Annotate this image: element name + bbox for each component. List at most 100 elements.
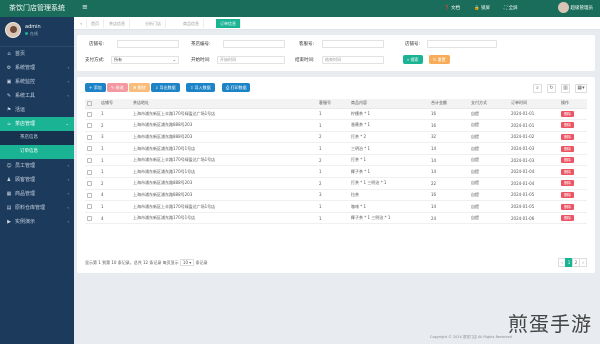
table-row[interactable]: 3 上海市浦东新区浦东路888号203 2 打茶 * 2 32 自提 2024-01-02 删… [85,131,587,144]
row-checkbox[interactable] [87,123,92,129]
sidebar-item-home[interactable]: ⌂ 首页 [0,47,74,61]
fullscreen-label: 全屏 [508,6,518,11]
delete-button[interactable]: ✖ 删除 [129,83,150,92]
table-row[interactable]: 2 上海市浦东新区浦东路888号203 1 香蕉茶 * 1 16 自提 2024-01-01… [85,119,587,132]
edit-button[interactable]: ✎ 修改 [107,83,128,92]
sidebar-subitem-order-info[interactable]: 订单信息 [0,145,74,159]
sidebar-item-customer[interactable]: ♟ 顾客管理 ‹ [0,173,74,187]
sidebar-item-goods[interactable]: ▦ 商品管理 ‹ [0,187,74,201]
tab-goods[interactable]: 商品信息 [179,19,204,28]
select-all-header[interactable] [85,99,99,109]
row-select-cell[interactable] [85,177,99,190]
row-checkbox[interactable] [87,204,92,210]
row-select-cell[interactable] [85,212,99,225]
row-delete-button[interactable]: 删除 [561,145,574,152]
tab-analysis[interactable]: 分析门店 [141,19,166,28]
row-delete-button[interactable]: 删除 [561,168,574,175]
top-user-menu[interactable]: 超级管理员 [557,2,593,15]
sidebar-item-tools[interactable]: ✎ 系统工具 ‹ [0,89,74,103]
column-header[interactable]: 合计金额 [429,99,469,109]
menu-toggle-icon[interactable]: ≡ [82,3,88,11]
sidebar-item-staff[interactable]: ☺ 员工管理 ‹ [0,159,74,173]
sidebar-item-flag[interactable]: ⚑ 活运 [0,103,74,117]
sidebar-item-monitor[interactable]: ▣ 系统监控 ‹ [0,75,74,89]
table-row[interactable]: 1 上海市浦东新区浦东路170号1号店 1 三明治 * 1 14 自提 2024-01-03… [85,142,587,155]
table-cell: 16 [429,189,469,202]
page-size-select[interactable]: 10 ▾ [179,259,195,266]
table-row[interactable]: 1 上海市浦东新区上丰路170号绿盈达广场1号店 2 打茶 * 1 14 自提 2024-0… [85,154,587,167]
sidebar-item-demo[interactable]: ▶ 实例演示 ‹ [0,215,74,229]
row-delete-button[interactable]: 删除 [561,157,574,164]
row-checkbox[interactable] [87,169,92,175]
sidebar-subitem-shop-info[interactable]: 茶店信息 [0,131,74,145]
export-menu-icon[interactable]: ▦▾ [575,84,587,93]
table-cell: 自提 [469,131,509,144]
row-checkbox[interactable] [87,181,92,187]
avatar[interactable] [5,22,21,38]
columns-icon[interactable]: ▥ [561,84,570,93]
print-button[interactable]: ⎙ 打印数据 [222,83,251,92]
row-select-cell[interactable] [85,108,99,121]
row-checkbox[interactable] [87,134,92,140]
table-row[interactable]: 1 上海市浦东新区浦东路170号1号店 1 椰子茶 * 1 14 自提 2024-01-04… [85,165,587,179]
phone-input[interactable] [322,40,384,48]
column-header[interactable]: 支付方式 [469,99,509,109]
table-row[interactable]: 1 上海市浦东新区上丰路170号绿盈达广场1号店 1 柠檬茶 * 1 16 自提 2024-… [85,108,587,121]
row-checkbox[interactable] [87,215,92,221]
start-date-input[interactable]: 开始时间 [217,56,285,64]
sidebar-item-warehouse[interactable]: ▤ 原料仓库管理 ‹ [0,201,74,215]
table-cell: 1 [99,108,131,121]
row-select-cell[interactable] [85,165,99,179]
search-toggle-icon[interactable]: ⌕ [533,84,542,93]
table-row[interactable]: 1 上海市浦东新区上丰路170号绿盈达广场1号店 1 咖啡 * 1 14 自提 2024-0… [85,200,587,213]
row-delete-button[interactable]: 删除 [561,191,574,198]
row-select-cell[interactable] [85,154,99,167]
tab-shop-info[interactable]: 茶店信息 [105,19,130,28]
row-select-cell[interactable] [85,142,99,155]
column-header[interactable]: 茶店地址 [131,99,317,109]
row-checkbox[interactable] [87,146,92,152]
shop-input[interactable] [117,40,179,48]
next-page-button[interactable]: › [579,258,587,267]
sidebar-item-system[interactable]: ⚙ 系统管理 ‹ [0,61,74,75]
row-delete-button[interactable]: 删除 [561,110,574,117]
reset-button[interactable]: ↻ 重置 [429,55,450,64]
row-select-cell[interactable] [85,189,99,202]
add-button[interactable]: + 添加 [85,83,106,92]
end-date-input[interactable]: 结束时间 [322,56,384,64]
row-checkbox[interactable] [87,192,92,198]
table-row[interactable]: 4 上海市浦东新区浦东路170号1号店 1 椰子茶 * 1 三明治 * 1 24 自提 20… [85,212,587,225]
table-row[interactable]: 4 上海市浦东新区浦东路888号203 3 拉茶 16 自提 2024-01-05 删除 [85,189,587,202]
row-checkbox[interactable] [87,111,92,117]
row-select-cell[interactable] [85,119,99,132]
row-delete-button[interactable]: 删除 [561,122,574,129]
row-delete-button[interactable]: 删除 [561,215,574,222]
export-button[interactable]: ⇩ 导出数据 [151,83,180,92]
fullscreen-button[interactable]: ⛶ 全屏 [504,5,518,11]
sidebar-item-shop[interactable]: ☕ 茶店管理 ⌄ [0,117,74,131]
table-cell: 3 [317,189,349,202]
column-header[interactable]: 客服号 [317,99,349,109]
column-header[interactable]: 订单时间 [509,99,559,109]
tab-home[interactable]: 首页 [87,19,104,28]
row-delete-button[interactable]: 删除 [561,203,574,210]
orderno-input[interactable] [427,40,497,48]
lock-button[interactable]: 🔒 锁屏 [474,5,490,11]
column-header[interactable]: 商品内容 [349,99,429,109]
refresh-icon[interactable]: ↻ [547,84,556,93]
row-delete-button[interactable]: 删除 [561,180,574,187]
column-header[interactable]: 店铺号 [99,99,131,109]
row-select-cell[interactable] [85,131,99,144]
row-select-cell[interactable] [85,200,99,213]
pay-select[interactable]: 所有 ⌄ [111,56,179,64]
select-all-checkbox[interactable] [87,101,92,106]
import-button[interactable]: ⇧ 导入数据 [186,83,215,92]
search-button[interactable]: ⌕ 搜索 [403,55,423,64]
tabs-back-icon[interactable]: « [76,19,88,28]
doc-button[interactable]: ❓ 文档 [444,5,460,11]
tab-orders[interactable]: 订单信息 [216,19,241,28]
shop-no-input[interactable] [223,40,285,48]
row-checkbox[interactable] [87,157,92,163]
table-row[interactable]: 2 上海市浦东新区浦东路888号203 2 打茶 * 1 三明治 * 1 22 自提 202… [85,177,587,190]
row-delete-button[interactable]: 删除 [561,133,574,140]
